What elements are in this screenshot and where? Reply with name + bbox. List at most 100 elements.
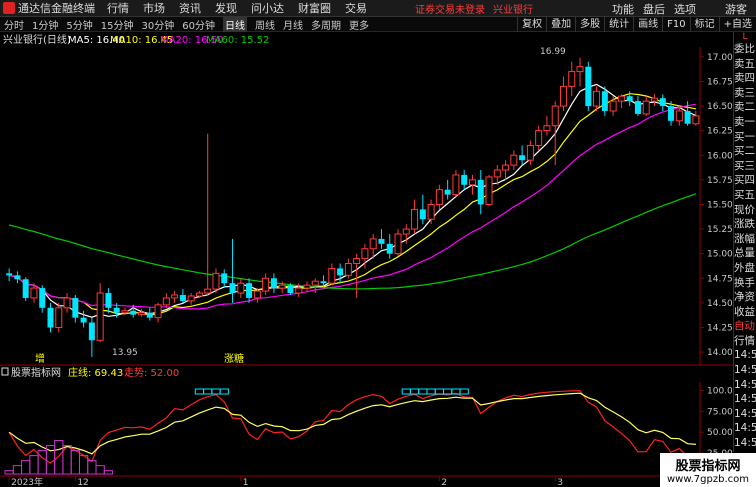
candle	[204, 133, 212, 295]
panel-item: 卖四	[734, 72, 755, 85]
tool-f10-button[interactable]: F10	[662, 17, 689, 32]
panel-item: 净资	[734, 291, 755, 304]
y-tick-label: 17.00	[707, 53, 733, 63]
peak-marker	[459, 388, 469, 395]
candle	[378, 229, 385, 249]
tool-draw-button[interactable]: 画线	[633, 17, 662, 32]
tab-daily[interactable]: 日线	[222, 16, 247, 32]
chart-tools: 复权 叠加 多股 统计 画线 F10 标记 +自选	[517, 17, 756, 32]
candle	[221, 269, 228, 288]
ma60-legend: MA60: 15.52	[206, 35, 269, 46]
candle	[435, 184, 443, 210]
marker-mid: 涨糖	[224, 352, 244, 365]
low-price-label: 13.95	[112, 348, 138, 358]
panel-item: 14:5	[734, 393, 756, 406]
candle	[444, 179, 451, 200]
candle	[14, 271, 21, 284]
panel-item: 卖三	[734, 86, 755, 99]
menu-item-trade[interactable]: 交易	[345, 0, 367, 16]
candle	[411, 199, 419, 234]
menu-item-afterhours[interactable]: 盘后	[643, 1, 665, 17]
panel-item: 卖二	[734, 101, 755, 114]
candle	[80, 310, 87, 328]
candle	[344, 258, 352, 279]
panel-item: 外盘	[734, 261, 755, 274]
tool-overlay-button[interactable]: 叠加	[546, 17, 575, 32]
y-tick-label: 16.75	[707, 77, 733, 87]
panel-item: 行情	[734, 334, 755, 347]
tab-30min[interactable]: 30分钟	[141, 17, 174, 32]
candle	[187, 293, 195, 305]
period-toolbar: 分时 1分钟 5分钟 15分钟 30分钟 60分钟 日线 周线 月线 多周期 更…	[0, 16, 756, 32]
volume-box	[21, 460, 31, 475]
candle	[47, 302, 54, 333]
menu-item-options[interactable]: 选项	[674, 1, 696, 17]
panel-item: 收益	[734, 305, 755, 318]
y-tick-label: 15.00	[707, 250, 733, 260]
y-tick-label: 14.25	[707, 323, 733, 333]
menu-item-quotes[interactable]: 行情	[107, 0, 129, 16]
panel-item: 卖一	[734, 115, 755, 128]
login-warning[interactable]: 证券交易未登录	[415, 1, 485, 16]
tool-mark-button[interactable]: 标记	[689, 17, 719, 32]
current-stock-name: 兴业银行	[493, 4, 533, 16]
tab-weekly[interactable]: 周线	[255, 17, 275, 32]
menu-item-market[interactable]: 市场	[143, 0, 165, 16]
marker-left: 增	[35, 352, 45, 365]
sub-y-tick-label: 75.00	[707, 407, 733, 417]
menu-item-news[interactable]: 资讯	[179, 0, 201, 16]
guest-user[interactable]: 游客	[725, 1, 747, 17]
tab-60min[interactable]: 60分钟	[182, 17, 215, 32]
peak-marker	[443, 388, 453, 395]
candle	[477, 170, 484, 215]
sub-chart-title: 股票指标网	[11, 366, 61, 379]
tool-multistock-button[interactable]: 多股	[575, 17, 604, 32]
sub-legend: 股票指标网 庄线: 69.43 走势: 52.00	[1, 366, 179, 379]
panel-item: 14:5	[734, 364, 756, 377]
menu-item-function[interactable]: 功能	[612, 1, 634, 17]
panel-item: 现价	[734, 203, 755, 216]
candle	[452, 170, 460, 197]
high-price-label: 16.99	[540, 47, 566, 57]
tool-watchlist-button[interactable]: +自选	[718, 17, 756, 32]
menu-bar: 通达信金融终端 行情 市场 资讯 发现 问小达 财富圈 交易 证券交易未登录 兴…	[0, 0, 756, 17]
volume-box	[87, 460, 97, 475]
candle	[88, 317, 95, 357]
tab-15min[interactable]: 15分钟	[101, 17, 134, 32]
tab-more[interactable]: 更多	[349, 17, 369, 32]
candle	[576, 57, 584, 87]
peak-marker	[434, 388, 445, 395]
peak-marker	[211, 388, 221, 395]
chart-area[interactable]: 兴业银行(日线) MA5: 16.40 MA10: 16.45 MA20: 16…	[0, 32, 756, 487]
peak-marker	[401, 388, 411, 395]
tool-stats-button[interactable]: 统计	[604, 17, 633, 32]
tool-adjust-button[interactable]: 复权	[517, 17, 546, 32]
kline-chart[interactable]: 兴业银行(日线) MA5: 16.40 MA10: 16.45 MA20: 16…	[0, 32, 733, 487]
candle	[659, 94, 666, 111]
candle	[617, 94, 625, 109]
tab-intraday[interactable]: 分时	[4, 17, 24, 32]
candle	[519, 145, 526, 166]
panel-item: 买三	[734, 159, 755, 172]
tab-multi-period[interactable]: 多周期	[311, 17, 341, 32]
panel-head: L	[742, 32, 748, 42]
trend-line	[8, 390, 697, 464]
candle	[502, 160, 510, 180]
menu-item-ask[interactable]: 问小达	[251, 0, 284, 16]
candle	[585, 61, 592, 111]
tab-monthly[interactable]: 月线	[283, 17, 303, 32]
panel-item: 14:5	[734, 437, 756, 450]
tab-1min[interactable]: 1分钟	[32, 17, 58, 32]
y-tick-label: 15.25	[707, 225, 733, 235]
volume-box	[4, 470, 14, 475]
tab-5min[interactable]: 5分钟	[66, 17, 92, 32]
menu-right-group: 功能 盘后 选项 游客	[612, 0, 756, 17]
candle	[72, 295, 79, 323]
panel-item: 换手	[734, 276, 755, 289]
trend-line-legend: 走势: 52.00	[124, 366, 179, 379]
menu-item-wealth[interactable]: 财富圈	[298, 0, 331, 16]
menu-item-discover[interactable]: 发现	[215, 0, 237, 16]
panel-item: 涨幅	[734, 232, 755, 245]
candle	[510, 150, 518, 171]
candle	[138, 308, 146, 317]
